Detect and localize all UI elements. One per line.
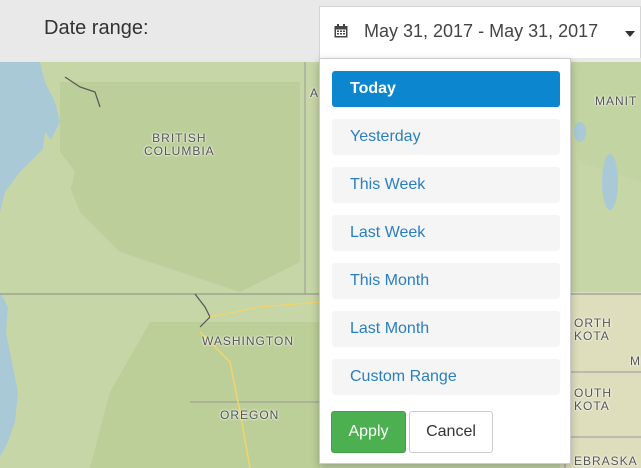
range-option-last-month[interactable]: Last Month (332, 311, 560, 347)
date-range-value: May 31, 2017 - May 31, 2017 (364, 21, 599, 41)
date-range-label: Date range: (44, 17, 149, 39)
map-label-alberta-fragment: A (310, 86, 320, 100)
map-label-south-dakota: OUTH KOTA (574, 386, 612, 413)
range-option-custom-range[interactable]: Custom Range (332, 359, 560, 395)
map-label-british-columbia: BRITISH COLUMBIA (144, 131, 215, 158)
calendar-icon (334, 24, 348, 38)
range-options: Today Yesterday This Week Last Week This… (332, 71, 560, 407)
apply-button[interactable]: Apply (331, 411, 406, 453)
cancel-button[interactable]: Cancel (409, 411, 493, 453)
map-label-nebraska: EBRASKA (574, 454, 638, 468)
map-label-manitoba: MANIT (595, 94, 638, 108)
range-option-this-month[interactable]: This Month (332, 263, 560, 299)
map-label-minnesota-fragment: M (630, 354, 641, 368)
range-option-today[interactable]: Today (332, 71, 560, 107)
map-label-oregon: OREGON (220, 408, 280, 422)
date-range-dropdown: Today Yesterday This Week Last Week This… (319, 58, 571, 464)
date-range-toolbar: Date range: May 31, 2017 - May 31, 2017 (0, 0, 641, 62)
range-option-yesterday[interactable]: Yesterday (332, 119, 560, 155)
caret-down-icon (625, 31, 635, 37)
range-option-this-week[interactable]: This Week (332, 167, 560, 203)
map-label-north-dakota: ORTH KOTA (574, 316, 612, 343)
map-label-washington: WASHINGTON (202, 334, 295, 348)
range-option-last-week[interactable]: Last Week (332, 215, 560, 251)
date-range-picker-button[interactable]: May 31, 2017 - May 31, 2017 (319, 6, 641, 58)
